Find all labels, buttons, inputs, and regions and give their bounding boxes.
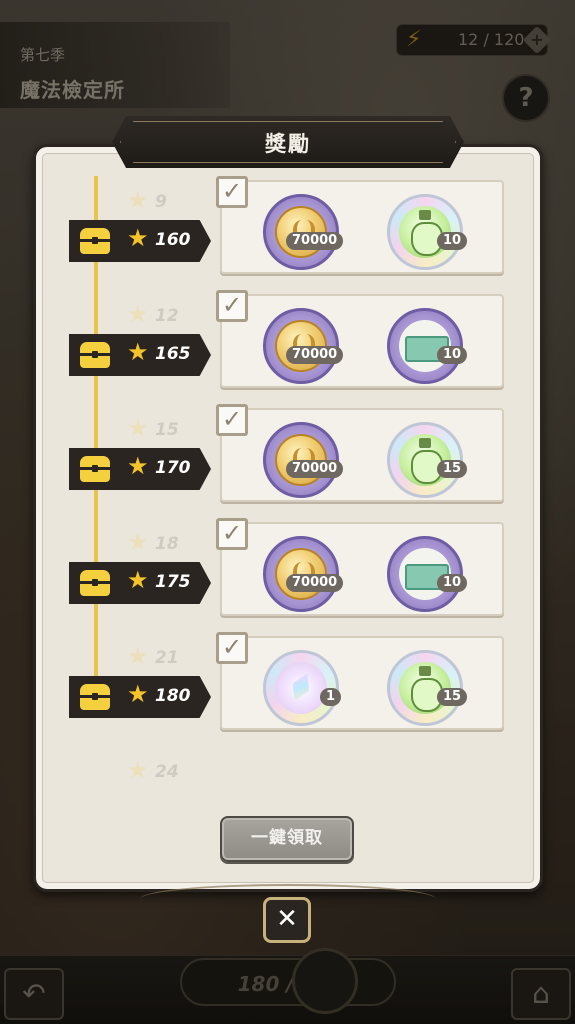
reward-qty: 1 (320, 688, 342, 706)
chest-icon (80, 456, 110, 482)
reward-qty: 10 (437, 232, 468, 250)
reward-qty: 70000 (286, 232, 344, 250)
chest-icon (80, 342, 110, 368)
star-icon: ★ (127, 566, 149, 594)
tier-stars: 175 (155, 572, 191, 592)
reward-row: ★ 175 ✓ 70000 10 (0, 518, 575, 628)
tier-stars: 160 (155, 230, 191, 250)
reward-qty: 15 (437, 688, 468, 706)
star-icon: ★ (127, 680, 149, 708)
claimed-check-icon: ✓ (216, 404, 248, 436)
chest-icon (80, 684, 110, 710)
claimed-check-icon: ✓ (216, 290, 248, 322)
star-icon: ★ (127, 756, 149, 784)
reward-row: ★ 180 ✓ 1 15 (0, 632, 575, 742)
chest-icon (80, 570, 110, 596)
tier-stars: 165 (155, 344, 191, 364)
reward-qty: 70000 (286, 574, 344, 592)
reward-row: ★ 165 ✓ 70000 10 (0, 290, 575, 400)
reward-qty: 10 (437, 346, 468, 364)
claim-all-button[interactable]: 一鍵領取 (220, 816, 354, 862)
star-icon: ★ (127, 338, 149, 366)
reward-row: ★ 160 ✓ 70000 10 (0, 176, 575, 286)
crystal-icon (275, 662, 327, 714)
star-icon: ★ (127, 224, 149, 252)
star-icon: ★ (127, 452, 149, 480)
claimed-check-icon: ✓ (216, 518, 248, 550)
close-button[interactable]: ✕ (263, 897, 311, 943)
tier-stars: 170 (155, 458, 191, 478)
panel-title: 獎勵 (265, 132, 311, 156)
reward-qty: 70000 (286, 346, 344, 364)
ghost-tier: 24 (155, 762, 179, 782)
reward-qty: 10 (437, 574, 468, 592)
chest-icon (80, 228, 110, 254)
claimed-check-icon: ✓ (216, 176, 248, 208)
tier-stars: 180 (155, 686, 191, 706)
reward-qty: 15 (437, 460, 468, 478)
claimed-check-icon: ✓ (216, 632, 248, 664)
reward-qty: 70000 (286, 460, 344, 478)
reward-row: ★ 170 ✓ 70000 15 (0, 404, 575, 514)
